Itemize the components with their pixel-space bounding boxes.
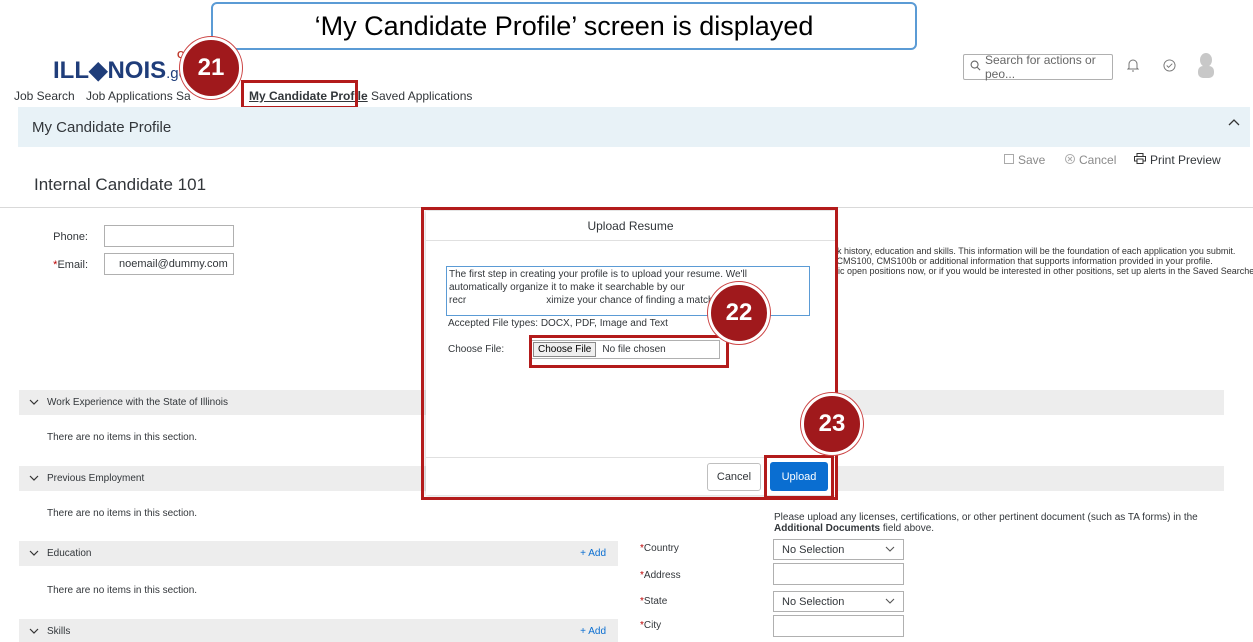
section-header-right bbox=[838, 390, 1224, 415]
address-label: *Address bbox=[640, 570, 700, 581]
section-title: Education bbox=[47, 548, 92, 559]
state-label: *State bbox=[640, 596, 690, 607]
city-label: *City bbox=[640, 620, 690, 631]
state-select-value: No Selection bbox=[782, 595, 845, 608]
logo-text: ILL◆NOIS bbox=[53, 57, 167, 84]
chevron-down-icon bbox=[885, 595, 895, 607]
page-title-bar: My Candidate Profile bbox=[18, 107, 1250, 147]
instructions-line: a CMS100, CMS100b or additional informat… bbox=[829, 256, 1213, 266]
email-field[interactable]: noemail@dummy.com bbox=[104, 253, 234, 275]
documents-note-text: Please upload any licenses, certificatio… bbox=[774, 512, 1198, 523]
add-education-button[interactable]: + Add bbox=[580, 548, 606, 559]
profile-instructions: ork history, education and skills. This … bbox=[829, 246, 1253, 276]
callout-caption: ‘My Candidate Profile’ screen is display… bbox=[211, 2, 917, 50]
chevron-up-icon[interactable] bbox=[1228, 113, 1240, 129]
section-title: Previous Employment bbox=[47, 473, 145, 484]
chevron-down-icon bbox=[885, 543, 895, 555]
country-label-text: Country bbox=[643, 543, 679, 554]
highlight-box-file-input bbox=[529, 335, 729, 368]
step-badge-21: 21 bbox=[180, 37, 242, 99]
nav-job-search[interactable]: Job Search bbox=[14, 89, 75, 103]
print-preview-label: Print Preview bbox=[1150, 153, 1221, 167]
nav-saved-searches[interactable]: Sa bbox=[176, 89, 191, 103]
empty-message: There are no items in this section. bbox=[47, 585, 198, 596]
save-button[interactable]: Save bbox=[1004, 153, 1045, 167]
page: ILL◆NOIS.gov Q3 Search for actions or pe… bbox=[0, 0, 1253, 642]
candidate-name: Internal Candidate 101 bbox=[34, 175, 207, 194]
state-label-text: State bbox=[643, 596, 668, 607]
section-header-education[interactable]: Education + Add bbox=[19, 541, 618, 566]
documents-note: Please upload any licenses, certificatio… bbox=[774, 512, 1234, 534]
bell-icon[interactable] bbox=[1122, 54, 1144, 76]
nav-job-applications[interactable]: Job Applications bbox=[86, 89, 173, 103]
nav-saved-applications[interactable]: Saved Applications bbox=[371, 89, 472, 103]
add-skills-button[interactable]: + Add bbox=[580, 626, 606, 637]
chevron-down-icon bbox=[29, 397, 39, 408]
instructions-line: cific open positions now, or if you woul… bbox=[829, 266, 1253, 276]
country-select[interactable]: No Selection bbox=[773, 539, 904, 560]
save-icon bbox=[1004, 153, 1014, 167]
step-badge-23: 23 bbox=[801, 393, 863, 455]
highlight-box-upload bbox=[764, 455, 834, 499]
chevron-down-icon bbox=[29, 626, 39, 637]
section-header-right bbox=[838, 466, 1224, 491]
phone-field[interactable] bbox=[104, 225, 234, 247]
city-label-text: City bbox=[643, 620, 662, 631]
email-label: Email: bbox=[57, 259, 88, 271]
address-label-text: Address bbox=[643, 570, 681, 581]
printer-icon bbox=[1134, 153, 1146, 167]
user-avatar-icon[interactable] bbox=[1196, 52, 1216, 78]
print-preview-button[interactable]: Print Preview bbox=[1134, 153, 1221, 167]
check-circle-icon[interactable] bbox=[1158, 54, 1180, 76]
email-value: noemail@dummy.com bbox=[119, 258, 228, 270]
documents-note-end: field above. bbox=[880, 523, 935, 534]
phone-label: Phone: bbox=[53, 231, 88, 243]
illinois-logo[interactable]: ILL◆NOIS.gov Q3 bbox=[53, 50, 194, 85]
cancel-label: Cancel bbox=[1079, 153, 1117, 167]
section-header-skills[interactable]: Skills + Add bbox=[19, 619, 618, 642]
highlight-box-nav bbox=[241, 80, 358, 109]
empty-message: There are no items in this section. bbox=[47, 432, 198, 443]
country-select-value: No Selection bbox=[782, 543, 845, 556]
city-field[interactable] bbox=[773, 615, 904, 637]
email-label-wrap: *Email: bbox=[30, 259, 88, 271]
instructions-line: ork history, education and skills. This … bbox=[829, 246, 1236, 256]
cancel-toolbar-button[interactable]: Cancel bbox=[1065, 153, 1116, 167]
country-label: *Country bbox=[640, 543, 690, 554]
empty-message: There are no items in this section. bbox=[47, 508, 198, 519]
cancel-circle-icon bbox=[1065, 153, 1075, 167]
step-badge-22: 22 bbox=[708, 282, 770, 344]
state-select[interactable]: No Selection bbox=[773, 591, 904, 612]
search-icon bbox=[970, 60, 981, 74]
section-title: Work Experience with the State of Illino… bbox=[47, 397, 229, 408]
chevron-down-icon bbox=[29, 548, 39, 559]
search-placeholder: Search for actions or peo... bbox=[985, 53, 1096, 81]
save-label: Save bbox=[1018, 153, 1046, 167]
documents-note-bold: Additional Documents bbox=[774, 523, 881, 534]
page-title: My Candidate Profile bbox=[32, 118, 172, 136]
search-input[interactable]: Search for actions or peo... bbox=[963, 53, 1113, 81]
address-field[interactable] bbox=[773, 563, 904, 585]
section-title: Skills bbox=[47, 626, 71, 637]
chevron-down-icon bbox=[29, 473, 39, 484]
